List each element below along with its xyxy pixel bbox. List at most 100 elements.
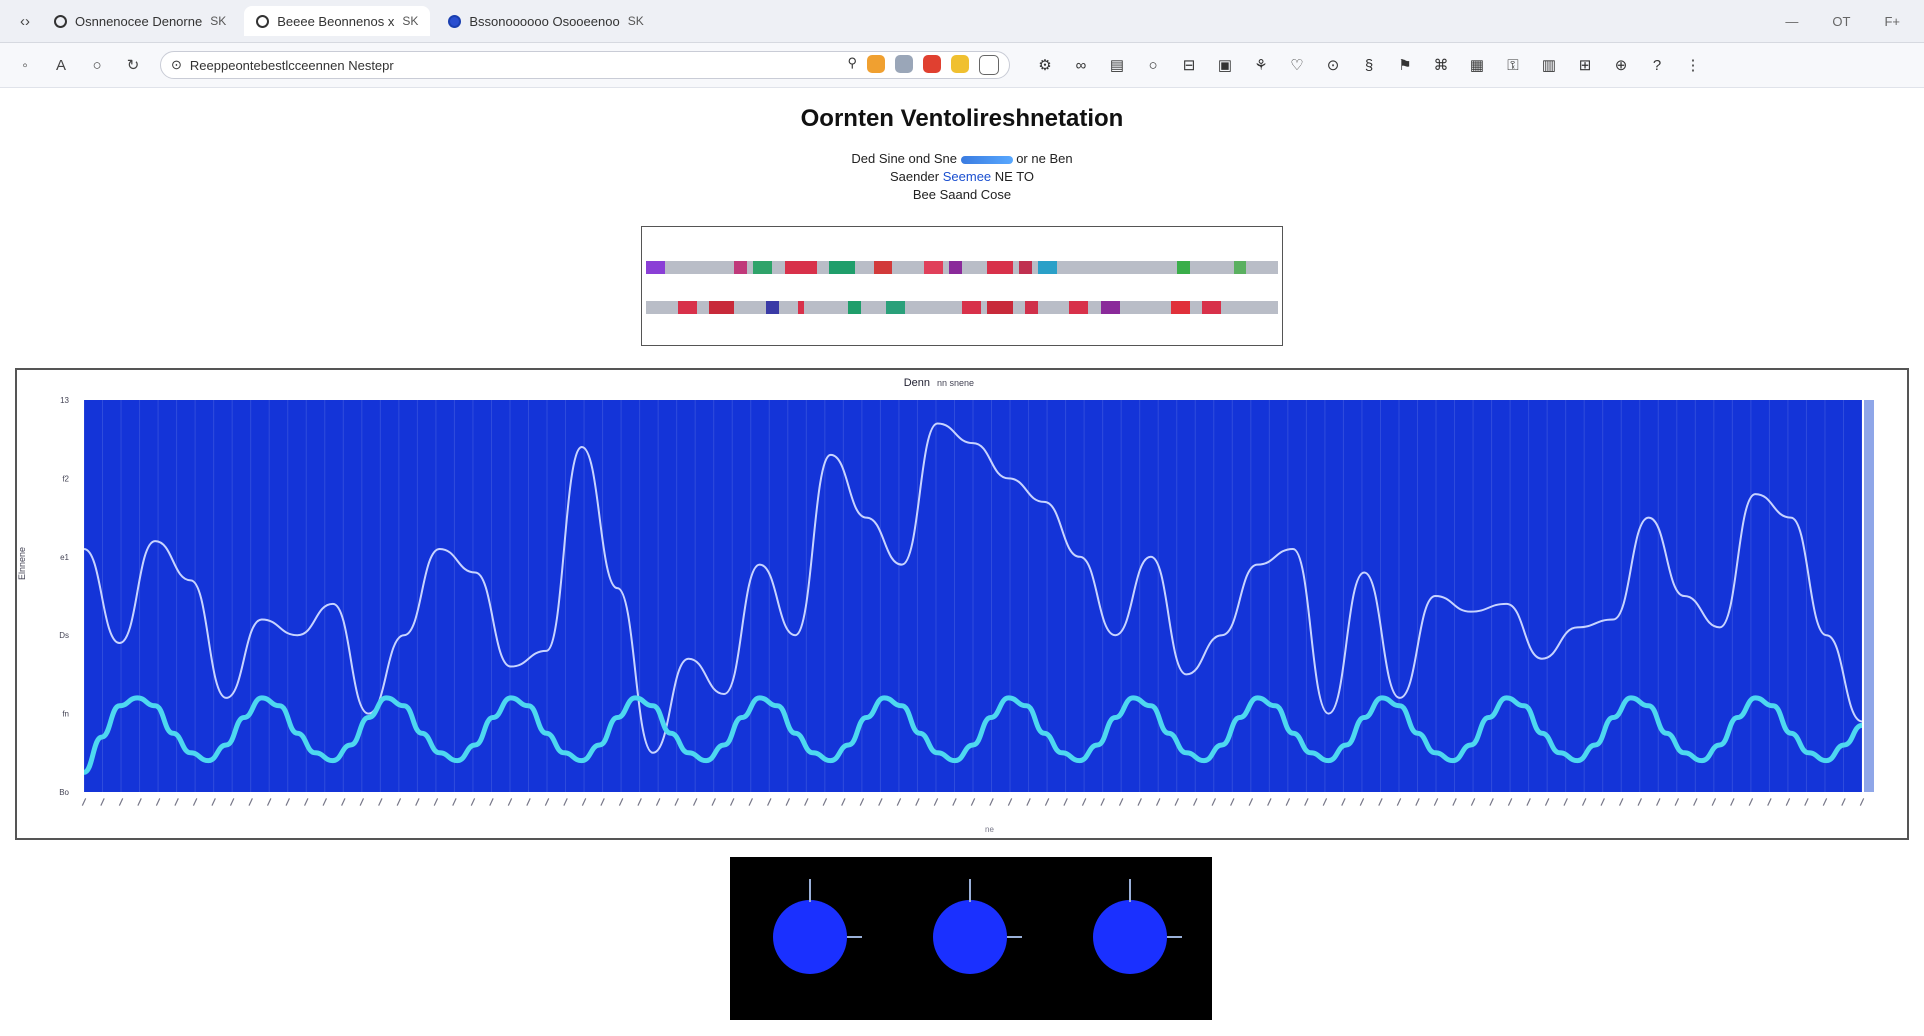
toolbar-icon[interactable]: ⊞ — [1574, 54, 1596, 76]
tab-scroll-icon[interactable]: ‹› — [14, 10, 36, 32]
orb-body — [773, 900, 847, 974]
x-tick-mark — [748, 798, 753, 806]
sequence-block — [1025, 301, 1038, 314]
sequence-block — [766, 301, 779, 314]
back-icon[interactable]: ◦ — [14, 54, 36, 76]
toolbar-icon[interactable]: ▥ — [1538, 54, 1560, 76]
tab-favicon-icon — [448, 14, 462, 28]
x-tick-mark — [729, 798, 735, 806]
x-tick-mark — [822, 798, 828, 806]
right-scrollbar[interactable] — [1864, 400, 1874, 792]
x-tick-mark — [1378, 798, 1383, 806]
tab-favicon-icon — [54, 14, 67, 28]
toolbar-icon[interactable]: § — [1358, 54, 1380, 76]
tab-2[interactable]: Beeee Beonnenos x SK — [244, 6, 431, 36]
toolbar-icons: ⚙ ∞ ▤ ○ ⊟ ▣ ⚘ ♡ ⊙ § ⚑ ⌘ ▦ ⚿ ▥ ⊞ ⊕ ? ⋮ — [1034, 54, 1704, 76]
x-tick-mark — [1230, 798, 1235, 806]
menu-icon[interactable]: ⋮ — [1682, 54, 1704, 76]
tab-3[interactable]: Bssonoooooo Osooeenoo SK — [436, 6, 655, 36]
info-line-3: Bee Saand Cose — [912, 187, 1012, 202]
reload-icon[interactable]: ○ — [86, 54, 108, 76]
url-text: Reeppeontebestlcceennen Nestepr — [189, 57, 394, 73]
x-tick-mark — [248, 798, 253, 806]
extension-icon[interactable] — [895, 55, 913, 73]
x-tick-mark — [100, 798, 105, 806]
omnibox-icons: ⚲ — [847, 55, 999, 75]
toolbar-icon[interactable]: ▣ — [1214, 54, 1236, 76]
toolbar-icon[interactable]: ⊟ — [1178, 54, 1200, 76]
toolbar-icon[interactable]: ▦ — [1466, 54, 1488, 76]
x-tick-mark — [359, 798, 365, 806]
info-block: Ded Sine ond Sne or ne Ben Saender Seeme… — [0, 150, 1924, 204]
toolbar-icon[interactable]: ⊙ — [1322, 54, 1344, 76]
help-icon[interactable]: ? — [1646, 54, 1668, 76]
sequence-block — [949, 261, 962, 274]
site-info-icon[interactable]: ⊙ — [171, 57, 182, 73]
toolbar-icon[interactable]: ⚿ — [1502, 54, 1524, 76]
x-tick-mark — [563, 798, 568, 806]
x-tick-mark — [655, 798, 661, 806]
x-tick-mark — [1618, 798, 1624, 806]
x-tick-mark — [1081, 798, 1087, 806]
extension-icon[interactable] — [923, 55, 941, 73]
x-tick-mark — [1748, 798, 1754, 806]
zoom-icon[interactable]: ⚲ — [847, 55, 857, 75]
x-tick-mark — [1452, 798, 1457, 806]
x-tick-mark — [526, 798, 531, 806]
x-tick-mark — [155, 798, 161, 806]
y-axis-label: Elnnene — [17, 547, 27, 580]
x-tick-mark — [452, 798, 457, 806]
toolbar-icon[interactable]: ⚙ — [1034, 54, 1056, 76]
sequence-block — [797, 301, 804, 314]
y-tick-label: f2 — [62, 474, 69, 483]
maximize-button[interactable]: OT — [1832, 14, 1850, 29]
sequence-block — [734, 261, 748, 274]
x-tick-mark — [1433, 798, 1439, 806]
minimize-button[interactable]: — — [1785, 14, 1798, 29]
x-tick-mark — [1285, 798, 1291, 806]
x-tick-mark — [1544, 798, 1550, 806]
x-tick-mark — [137, 798, 142, 806]
sequence-block — [962, 301, 981, 314]
toolbar-icon[interactable]: ○ — [1142, 54, 1164, 76]
sequence-block — [848, 301, 861, 314]
info-line-2: Saender Seemee NE TO — [0, 168, 1924, 186]
info-link[interactable]: Seemee — [943, 169, 991, 184]
x-tick-mark — [1581, 798, 1587, 806]
x-tick-marks — [81, 798, 1865, 806]
x-tick-mark — [1693, 798, 1698, 806]
sequence-block — [1202, 301, 1222, 314]
address-bar[interactable]: ⊙ Reeppeontebestlcceennen Nestepr ⚲ — [160, 51, 1010, 79]
toolbar-icon[interactable]: ⚑ — [1394, 54, 1416, 76]
x-tick-mark — [767, 798, 772, 806]
toolbar-icon[interactable]: ⊕ — [1610, 54, 1632, 76]
x-tick-mark — [1822, 798, 1828, 806]
home-icon[interactable]: ↻ — [122, 54, 144, 76]
tab-1[interactable]: Osnnenocee Denorne SK — [42, 6, 238, 36]
toolbar-icon[interactable]: ∞ — [1070, 54, 1092, 76]
orb — [933, 879, 1022, 974]
forward-icon[interactable]: A — [50, 54, 72, 76]
toolbar-icon[interactable]: ⌘ — [1430, 54, 1452, 76]
tab-status: SK — [402, 14, 419, 28]
info-text: NE TO — [994, 169, 1035, 184]
x-tick-mark — [1211, 798, 1217, 806]
sequence-block — [646, 261, 665, 274]
toolbar-icon[interactable]: ▤ — [1106, 54, 1128, 76]
extension-icon[interactable] — [979, 55, 999, 75]
y-tick-labels: Bo fn Ds e1 f2 13 — [59, 396, 69, 797]
close-button[interactable]: F+ — [1884, 14, 1900, 29]
x-tick-mark — [989, 798, 994, 806]
x-tick-mark — [81, 798, 87, 806]
x-tick-mark — [1489, 798, 1494, 806]
x-tick-mark — [785, 798, 791, 806]
sequence-block — [1233, 261, 1247, 274]
extension-icon[interactable] — [867, 55, 885, 73]
x-tick-mark — [304, 798, 309, 806]
page-title: Oornten Ventolireshnetation — [800, 105, 1124, 132]
x-tick-mark — [1767, 798, 1772, 806]
toolbar-icon[interactable]: ♡ — [1286, 54, 1308, 76]
extension-icon[interactable] — [951, 55, 969, 73]
x-tick-mark — [544, 798, 550, 806]
toolbar-icon[interactable]: ⚘ — [1250, 54, 1272, 76]
